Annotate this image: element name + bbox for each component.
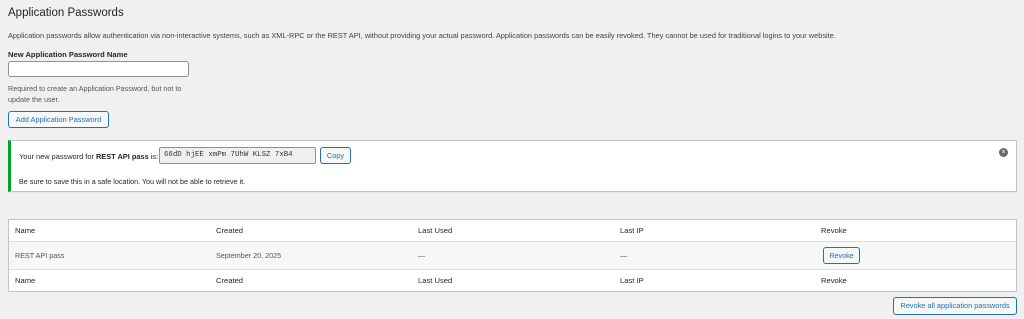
name-help-text: Required to create an Application Passwo… [8, 84, 182, 104]
column-footer-created: Created [216, 276, 244, 285]
notice-app-name: REST API pass [95, 152, 149, 161]
column-footer-last-used: Last Used [418, 276, 453, 285]
new-password-notice: Your new password for REST API pass is: … [8, 140, 1017, 192]
column-header-revoke: Revoke [821, 226, 847, 235]
table-footer-row: Name Created Last Used Last IP Revoke [9, 270, 1016, 291]
column-header-last-used: Last Used [418, 226, 453, 235]
new-password-name-label: New Application Password Name [8, 50, 128, 59]
column-header-created: Created [216, 226, 244, 235]
table-row: REST API pass September 20, 2025 — — Rev… [9, 241, 1016, 270]
x-circle-icon[interactable]: × [999, 148, 1008, 157]
notice-message: Your new password for REST API pass is: [19, 152, 158, 161]
column-header-last-ip: Last IP [620, 226, 644, 235]
new-password-name-input[interactable] [8, 61, 189, 77]
column-footer-revoke: Revoke [821, 276, 847, 285]
new-password-field[interactable]: 66dD hjEE xmPm 7UhW KLSZ 7xB4 [159, 147, 316, 164]
notice-save-note: Be sure to save this in a safe location.… [19, 177, 246, 186]
row-name: REST API pass [15, 251, 65, 260]
row-last-used: — [418, 251, 426, 260]
application-passwords-table: Name Created Last Used Last IP Revoke RE… [8, 219, 1017, 292]
section-title: Application Passwords [8, 7, 124, 19]
copy-button[interactable]: Copy [320, 147, 351, 164]
add-application-password-button[interactable]: Add Application Password [8, 111, 109, 128]
column-footer-last-ip: Last IP [620, 276, 644, 285]
row-created: September 20, 2025 [216, 251, 282, 260]
notice-prefix: Your new password for [19, 152, 96, 161]
column-header-name: Name [15, 226, 36, 235]
table-header-row: Name Created Last Used Last IP Revoke [9, 220, 1016, 241]
revoke-button[interactable]: Revoke [823, 247, 860, 264]
column-footer-name: Name [15, 276, 36, 285]
row-last-ip: — [620, 251, 628, 260]
section-description: Application passwords allow authenticati… [8, 31, 836, 40]
revoke-all-button[interactable]: Revoke all application passwords [893, 297, 1017, 315]
notice-suffix: is: [148, 152, 159, 161]
